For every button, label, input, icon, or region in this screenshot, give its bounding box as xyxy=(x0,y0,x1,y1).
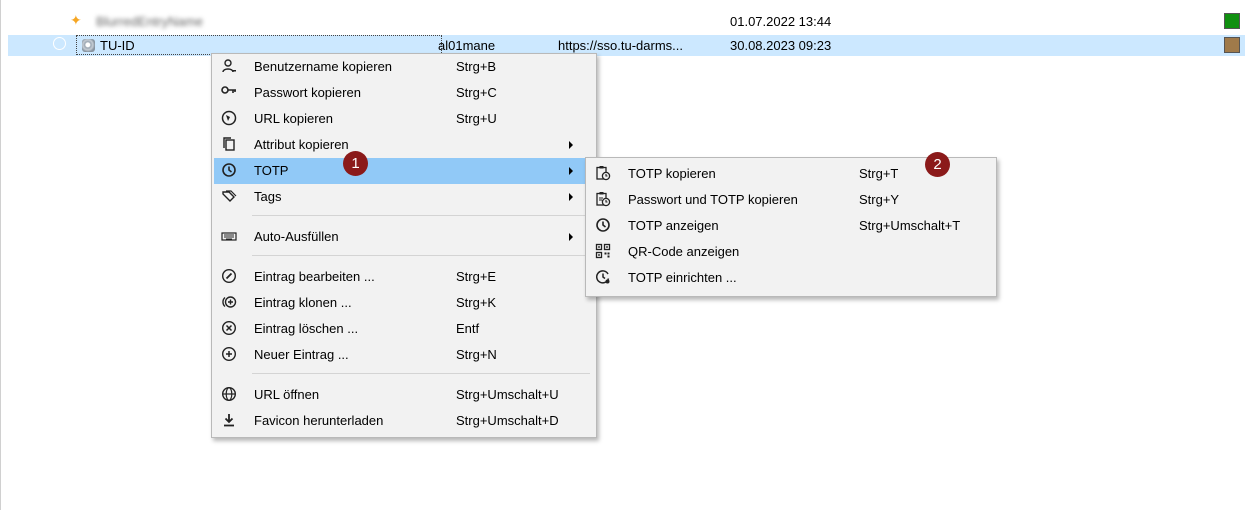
download-icon xyxy=(221,412,237,428)
menu-item-copy-attribute[interactable]: Attribut kopieren xyxy=(214,132,594,158)
clipboard-clock-icon xyxy=(595,191,611,207)
entry-modified: 01.07.2022 13:44 xyxy=(730,14,832,29)
tag-icon xyxy=(221,188,237,204)
menu-item-shortcut: Strg+Y xyxy=(859,192,900,207)
entry-color-swatch xyxy=(1224,13,1240,29)
menu-item-label: Auto-Ausfüllen xyxy=(254,229,339,244)
entry-title: BlurredEntryName xyxy=(96,14,203,29)
menu-item-label: Attribut kopieren xyxy=(254,137,349,152)
menu-item-shortcut: Strg+B xyxy=(456,59,497,74)
menu-item-shortcut: Entf xyxy=(456,321,480,336)
menu-separator xyxy=(252,255,590,256)
menu-item-download-favicon[interactable]: Favicon herunterladen Strg+Umschalt+D xyxy=(214,408,594,434)
menu-item-label: URL kopieren xyxy=(254,111,334,126)
entry-modified: 30.08.2023 09:23 xyxy=(730,38,832,53)
menu-item-shortcut: Strg+K xyxy=(456,295,497,310)
menu-item-label: Neuer Eintrag ... xyxy=(254,347,349,362)
menu-item-label: QR-Code anzeigen xyxy=(628,244,740,259)
menu-item-label: Benutzername kopieren xyxy=(254,59,393,74)
context-menu: Benutzername kopieren Strg+B Passwort ko… xyxy=(211,53,597,438)
menu-separator xyxy=(252,373,590,374)
table-row[interactable]: ✦ BlurredEntryName 01.07.2022 13:44 xyxy=(8,11,1245,32)
entry-url: https://sso.tu-darms... xyxy=(558,38,683,53)
menu-item-delete-entry[interactable]: Eintrag löschen ... Entf xyxy=(214,316,594,342)
globe-link-icon xyxy=(221,110,237,126)
clock-icon xyxy=(221,162,237,178)
menu-item-label: Tags xyxy=(254,189,282,204)
submenu-item-show-qr-code[interactable]: QR-Code anzeigen xyxy=(588,239,994,265)
menu-item-label: TOTP kopieren xyxy=(628,166,716,181)
entry-username: al01mane xyxy=(438,38,496,53)
annotation-badge: 2 xyxy=(925,152,950,177)
menu-item-totp[interactable]: TOTP xyxy=(214,158,594,184)
menu-item-copy-url[interactable]: URL kopieren Strg+U xyxy=(214,106,594,132)
menu-item-label: URL öffnen xyxy=(254,387,320,402)
menu-item-shortcut: Strg+N xyxy=(456,347,497,362)
menu-item-label: Favicon herunterladen xyxy=(254,413,384,428)
menu-item-shortcut: Strg+U xyxy=(456,111,497,126)
totp-submenu: TOTP kopieren Strg+T Passwort und TOTP k… xyxy=(585,157,997,297)
delete-icon xyxy=(221,320,237,336)
submenu-arrow-icon xyxy=(569,141,573,149)
globe-icon xyxy=(221,386,237,402)
clock-settings-icon xyxy=(595,269,611,285)
menu-item-label: Eintrag klonen ... xyxy=(254,295,352,310)
edit-icon xyxy=(221,268,237,284)
add-icon xyxy=(221,346,237,362)
keyboard-icon xyxy=(221,228,237,244)
clone-icon xyxy=(221,294,237,310)
key-icon xyxy=(221,84,237,100)
menu-item-shortcut: Strg+C xyxy=(456,85,497,100)
menu-separator xyxy=(252,215,590,216)
copy-icon xyxy=(221,136,237,152)
user-icon xyxy=(221,58,237,74)
menu-item-shortcut: Strg+E xyxy=(456,269,497,284)
menu-item-label: TOTP xyxy=(254,163,289,178)
qr-code-icon xyxy=(595,243,611,259)
menu-item-open-url[interactable]: URL öffnen Strg+Umschalt+U xyxy=(214,382,594,408)
fingerprint-icon xyxy=(82,39,95,52)
menu-item-copy-username[interactable]: Benutzername kopieren Strg+B xyxy=(214,54,594,80)
clock-icon xyxy=(595,217,611,233)
submenu-item-show-totp[interactable]: TOTP anzeigen Strg+Umschalt+T xyxy=(588,213,994,239)
menu-item-shortcut: Strg+Umschalt+U xyxy=(456,387,559,402)
submenu-item-copy-password-and-totp[interactable]: Passwort und TOTP kopieren Strg+Y xyxy=(588,187,994,213)
menu-item-edit-entry[interactable]: Eintrag bearbeiten ... Strg+E xyxy=(214,264,594,290)
menu-item-label: Passwort kopieren xyxy=(254,85,361,100)
menu-item-shortcut: Strg+Umschalt+T xyxy=(859,218,961,233)
menu-item-label: Eintrag löschen ... xyxy=(254,321,359,336)
list-left-border xyxy=(0,0,1,510)
menu-item-copy-password[interactable]: Passwort kopieren Strg+C xyxy=(214,80,594,106)
menu-item-tags[interactable]: Tags xyxy=(214,184,594,210)
menu-item-label: Passwort und TOTP kopieren xyxy=(628,192,798,207)
entry-icon: ✦ xyxy=(70,12,82,28)
annotation-badge: 1 xyxy=(343,151,368,176)
submenu-arrow-icon xyxy=(569,233,573,241)
menu-item-shortcut: Strg+Umschalt+D xyxy=(456,413,559,428)
menu-item-new-entry[interactable]: Neuer Eintrag ... Strg+N xyxy=(214,342,594,368)
menu-item-label: Eintrag bearbeiten ... xyxy=(254,269,375,284)
entry-title: TU-ID xyxy=(100,38,135,53)
menu-item-auto-type[interactable]: Auto-Ausfüllen xyxy=(214,224,594,250)
menu-item-label: TOTP anzeigen xyxy=(628,218,719,233)
submenu-arrow-icon xyxy=(569,167,573,175)
table-row-selected[interactable]: TU-ID al01mane https://sso.tu-darms... 3… xyxy=(8,35,1245,56)
entry-color-swatch xyxy=(1224,37,1240,53)
submenu-arrow-icon xyxy=(569,193,573,201)
clipboard-clock-icon xyxy=(595,165,611,181)
menu-item-shortcut: Strg+T xyxy=(859,166,899,181)
menu-item-clone-entry[interactable]: Eintrag klonen ... Strg+K xyxy=(214,290,594,316)
submenu-item-setup-totp[interactable]: TOTP einrichten ... xyxy=(588,265,994,291)
clock-icon xyxy=(53,37,66,50)
menu-item-label: TOTP einrichten ... xyxy=(628,270,737,285)
